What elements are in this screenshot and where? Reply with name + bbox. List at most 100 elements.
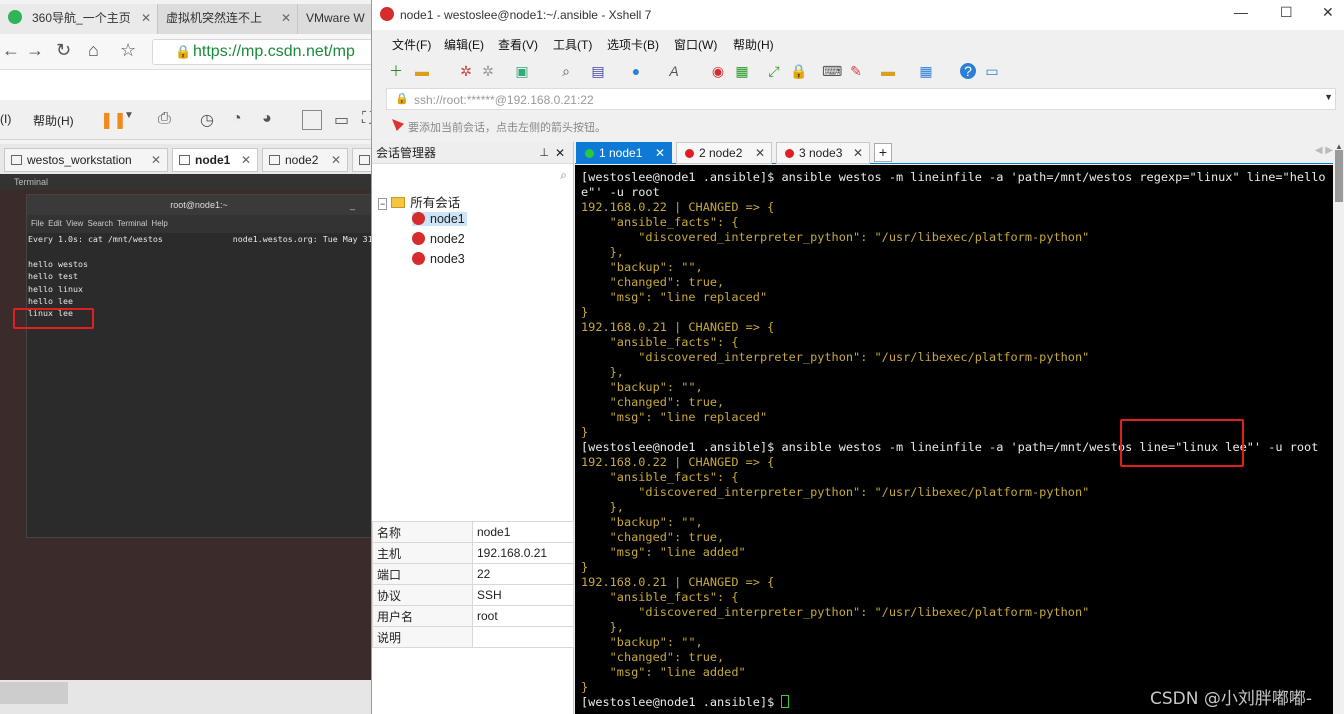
pause-icon[interactable]: ❚❚ [100, 110, 127, 130]
vmware-menu-help[interactable]: 帮助(H) [33, 112, 74, 129]
url-bar[interactable]: 🔒 https://mp.csdn.net/mp [152, 39, 382, 65]
terminal-line: "msg": "line added" [581, 545, 746, 559]
tab-node3[interactable]: 3 node3 ✕ [776, 142, 870, 164]
close-icon[interactable]: ✕ [331, 149, 341, 171]
session-manager-title: 会话管理器 [376, 146, 437, 160]
tree-root-label: 所有会话 [410, 196, 461, 210]
terminal-line: "backup": "", [581, 635, 703, 649]
tab-node2[interactable]: 2 node2 ✕ [676, 142, 772, 164]
lock-icon[interactable]: 🔒 [790, 63, 807, 79]
pin-icon[interactable]: ⊥ [539, 142, 549, 164]
property-key: 名称 [372, 521, 473, 543]
collapse-icon[interactable]: − [378, 198, 388, 210]
guest-terminal-window[interactable]: root@node1:~ _ File Edit View Search Term… [26, 194, 428, 538]
help-icon[interactable]: ? [960, 63, 976, 79]
properties-icon[interactable]: ▣ [514, 63, 530, 79]
new-session-icon[interactable]: ＋ [388, 63, 404, 79]
font-icon[interactable]: A [666, 63, 682, 79]
terminal-tabbar: 1 node1 ✕ 2 node2 ✕ 3 node3 ✕ + ◀ ▶ [575, 142, 1344, 164]
restore-snapshot-icon[interactable]: ◔ [232, 110, 252, 130]
browser-tab-vmware[interactable]: VMware W [298, 4, 372, 34]
vm-tab-node1[interactable]: node1 ✕ [172, 148, 258, 172]
vertical-scrollbar[interactable]: ▲ [1333, 142, 1344, 714]
tab-node1[interactable]: 1 node1 ✕ [576, 142, 672, 164]
minimize-icon[interactable]: — [1234, 4, 1248, 20]
vm-tab-node2[interactable]: node2 ✕ [262, 148, 348, 172]
highlight-icon[interactable]: ✎ [848, 63, 864, 79]
snapshot-icon[interactable]: ◷ [200, 110, 220, 130]
fullscreen-icon[interactable]: ⤢ [766, 63, 782, 79]
close-icon[interactable]: ✕ [555, 142, 565, 164]
browser-tab-360[interactable]: 360导航_一个主页 ✕ [0, 4, 158, 34]
menu-window[interactable]: 窗口(W) [674, 36, 717, 53]
send-keys-icon[interactable]: ⎙ [158, 110, 178, 130]
menu-tools[interactable]: 工具(T) [553, 36, 592, 53]
library-view-icon[interactable] [302, 110, 322, 130]
terminal-line: }, [581, 245, 624, 259]
forward-icon[interactable]: → [26, 40, 44, 61]
chevron-down-icon[interactable]: ▼ [1324, 92, 1333, 102]
close-icon[interactable]: ✕ [755, 143, 765, 163]
menu-view[interactable]: 查看(V) [498, 36, 538, 53]
menu-tabs[interactable]: 选项卡(B) [607, 36, 659, 53]
browser-tab-vm[interactable]: 虚拟机突然连不上 ✕ [158, 4, 298, 34]
layout-icon[interactable]: ▦ [918, 63, 934, 79]
tab-scroll-icons[interactable]: ◀ ▶ [1315, 145, 1333, 156]
xshell-icon[interactable]: ◉ [710, 63, 726, 79]
minimize-icon[interactable]: _ [350, 195, 355, 215]
tree-item-node3[interactable]: node3 [412, 252, 465, 266]
terminal-line: }, [581, 620, 624, 634]
disconnect-icon[interactable]: ✲ [480, 63, 496, 79]
open-folder-icon[interactable]: ▬ [414, 63, 430, 79]
url-text: https://mp.csdn.net/mp [193, 43, 355, 60]
terminal-line: "ansible_facts": { [581, 335, 739, 349]
favorites-icon[interactable]: ☆ [120, 40, 136, 61]
vm-tab-westos-workstation[interactable]: westos_workstation ✕ [4, 148, 168, 172]
vm-guest-screen[interactable]: root@node1:~ _ File Edit View Search Term… [0, 190, 428, 680]
search-icon[interactable]: ⌕ [560, 168, 567, 183]
close-icon[interactable]: ✕ [151, 149, 161, 171]
tree-item-node2[interactable]: node2 [412, 232, 465, 246]
terminal-line: e"' -u root [581, 185, 660, 199]
close-icon[interactable]: ✕ [853, 143, 863, 163]
tree-item-node1[interactable]: node1 [412, 212, 467, 226]
keyboard-icon[interactable]: ⌨ [822, 63, 842, 79]
close-icon[interactable]: ✕ [241, 149, 251, 171]
horizontal-scrollbar[interactable] [0, 682, 68, 704]
property-value [472, 626, 574, 648]
reconnect-icon[interactable]: ✲ [458, 63, 474, 79]
close-icon[interactable]: ✕ [141, 4, 151, 32]
tree-root[interactable]: − 所有会话 [378, 192, 460, 211]
arrow-icon[interactable] [392, 119, 404, 131]
close-icon[interactable]: ✕ [1322, 4, 1334, 21]
snapshot-manager-icon[interactable]: ◕ [262, 110, 282, 130]
menu-edit[interactable]: 编辑(E) [444, 36, 484, 53]
back-icon[interactable]: ← [2, 40, 20, 61]
reload-icon[interactable]: ↻ [56, 40, 71, 61]
background-browser-window: 360导航_一个主页 ✕ 虚拟机突然连不上 ✕ VMware W ← → ↻ ⌂ ☆… [0, 0, 428, 714]
compose-icon[interactable]: ▤ [590, 63, 606, 79]
address-bar[interactable]: 🔒 ssh://root:******@192.168.0.21:22 ▼ [386, 88, 1336, 110]
add-folder-icon[interactable]: ▬ [880, 63, 896, 79]
menu-help[interactable]: 帮助(H) [733, 36, 774, 53]
globe-icon[interactable]: ● [628, 63, 644, 79]
console-view-icon[interactable]: ▭ [334, 110, 354, 130]
menu-file[interactable]: 文件(F) [392, 36, 431, 53]
close-icon[interactable]: ✕ [655, 143, 665, 163]
chevron-down-icon[interactable]: ▼ [124, 110, 144, 130]
close-icon[interactable]: ✕ [281, 4, 291, 32]
vm-tab-label: node2 [285, 153, 319, 167]
property-key: 端口 [372, 563, 473, 585]
session-search[interactable]: ⌕ [372, 164, 573, 186]
new-tab-button[interactable]: + [874, 143, 892, 162]
guest-terminal-menu[interactable]: File Edit View Search Terminal Help [27, 215, 371, 233]
home-icon[interactable]: ⌂ [88, 40, 99, 61]
chat-icon[interactable]: ▭ [984, 63, 1000, 79]
find-icon[interactable]: ⌕ [558, 63, 574, 79]
maximize-icon[interactable]: ☐ [1280, 4, 1293, 21]
hint-bar: 要添加当前会话，点击左侧的箭头按钮。 [386, 116, 1336, 136]
xftp-icon[interactable]: ▦ [734, 63, 750, 79]
scrollbar-thumb[interactable] [1335, 150, 1343, 202]
vmware-menu-item[interactable]: (I) [0, 112, 11, 126]
xshell-window: node1 - westoslee@node1:~/.ansible - Xsh… [371, 0, 1344, 714]
